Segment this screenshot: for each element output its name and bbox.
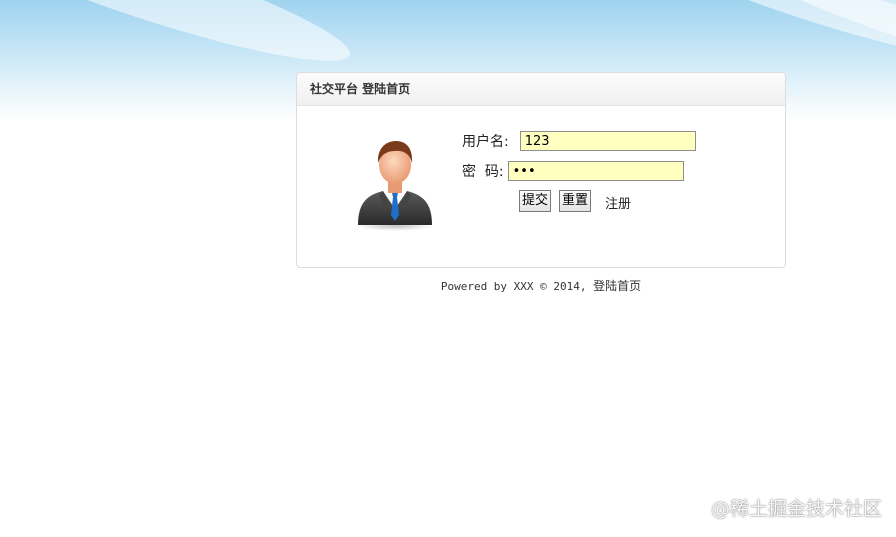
footer: Powered by XXX © 2014, 登陆首页 [296, 277, 786, 294]
businessman-avatar-icon [357, 141, 433, 231]
footer-powered-text: Powered by XXX © 2014, [440, 280, 594, 293]
panel-title: 社交平台 登陆首页 [297, 73, 785, 106]
submit-button[interactable]: 提交 [519, 190, 552, 212]
login-panel: 社交平台 登陆首页 用户名: 密 [296, 72, 786, 268]
username-input[interactable] [519, 131, 696, 151]
register-link[interactable]: 注册 [605, 193, 631, 212]
password-input[interactable] [507, 161, 684, 181]
watermark: @稀土掘金技术社区 [710, 498, 882, 520]
footer-home-link[interactable]: 登陆首页 [593, 279, 641, 293]
password-label: 密 码: [462, 164, 504, 180]
reset-button[interactable]: 重置 [559, 190, 592, 212]
username-label: 用户名: [462, 134, 509, 150]
